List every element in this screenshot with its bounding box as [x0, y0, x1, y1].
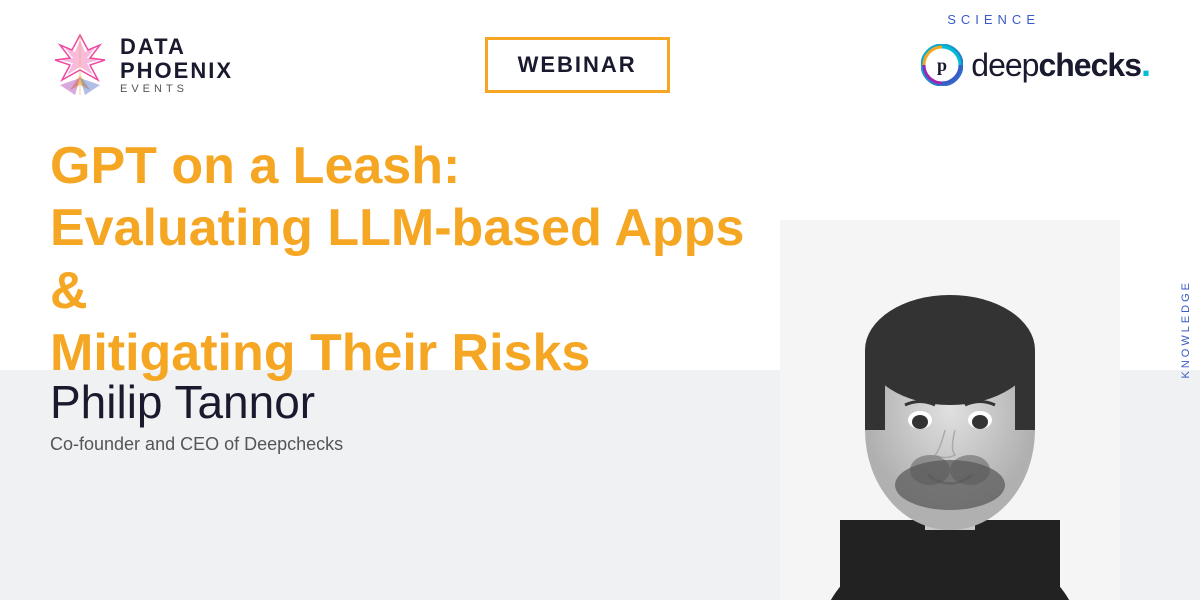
title-line1: GPT on a Leash: — [50, 137, 460, 195]
knowledge-label: KNOWLEDGE — [1180, 280, 1192, 379]
deepchecks-icon: p — [921, 44, 963, 86]
webinar-badge: WEBINAR — [485, 37, 670, 93]
logo-events: EVENTS — [120, 83, 233, 95]
speaker-title: Co-founder and CEO of Deepchecks — [50, 434, 343, 455]
main-title: GPT on a Leash: Evaluating LLM-based App… — [50, 135, 750, 385]
header: DATA PHOENIX EVENTS WEBINAR — [0, 0, 1200, 130]
main-container: x/5 ℍℍℍ ∫ φ a² a² ∫ dx/(x²+a²) — [0, 0, 1200, 600]
title-line3: Mitigating Their Risks — [50, 324, 590, 382]
speaker-photo-container — [780, 220, 1120, 600]
svg-text:p: p — [937, 55, 947, 75]
data-phoenix-logo: DATA PHOENIX EVENTS — [50, 30, 233, 100]
speaker-section: Philip Tannor Co-founder and CEO of Deep… — [50, 375, 343, 455]
webinar-label: WEBINAR — [518, 52, 637, 77]
logo-phoenix: PHOENIX — [120, 59, 233, 83]
title-heading: GPT on a Leash: Evaluating LLM-based App… — [50, 135, 750, 385]
phoenix-icon — [50, 30, 110, 100]
speaker-photo — [780, 220, 1120, 600]
speaker-name: Philip Tannor — [50, 375, 343, 429]
title-line2: Evaluating LLM-based Apps & — [50, 199, 744, 319]
logo-text: DATA PHOENIX EVENTS — [120, 35, 233, 95]
deepchecks-logo: p deepchecks. — [921, 44, 1150, 86]
logo-data: DATA — [120, 35, 233, 59]
deepchecks-text: deepchecks. — [971, 46, 1150, 84]
